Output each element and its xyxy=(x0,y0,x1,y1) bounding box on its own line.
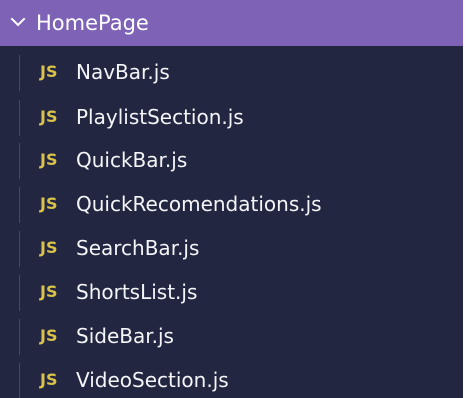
file-item-sidebar[interactable]: JS SideBar.js xyxy=(0,319,463,355)
file-item-quickbar[interactable]: JS QuickBar.js xyxy=(0,143,463,179)
file-item-shortslist[interactable]: JS ShortsList.js xyxy=(0,275,463,311)
chevron-down-icon[interactable] xyxy=(10,14,26,30)
file-name: VideoSection.js xyxy=(76,368,229,392)
javascript-file-icon: JS xyxy=(40,150,58,169)
javascript-file-icon: JS xyxy=(40,370,58,389)
javascript-file-icon: JS xyxy=(40,326,58,345)
file-name: ShortsList.js xyxy=(76,280,198,304)
file-name: SideBar.js xyxy=(76,324,174,348)
folder-label: HomePage xyxy=(36,11,149,35)
javascript-file-icon: JS xyxy=(40,62,58,81)
file-name: QuickBar.js xyxy=(76,148,188,172)
file-name: NavBar.js xyxy=(76,60,170,84)
file-item-navbar[interactable]: JS NavBar.js xyxy=(0,55,463,91)
file-item-searchbar[interactable]: JS SearchBar.js xyxy=(0,231,463,267)
file-name: SearchBar.js xyxy=(76,236,200,260)
file-name: QuickRecomendations.js xyxy=(76,192,322,216)
file-item-playlist-section[interactable]: JS PlaylistSection.js xyxy=(0,100,463,136)
folder-row-homepage[interactable]: HomePage xyxy=(0,0,463,46)
file-name: PlaylistSection.js xyxy=(76,105,244,129)
javascript-file-icon: JS xyxy=(40,238,58,257)
file-explorer: HomePage JS NavBar.js JS PlaylistSection… xyxy=(0,0,463,398)
javascript-file-icon: JS xyxy=(40,194,58,213)
javascript-file-icon: JS xyxy=(40,282,58,301)
javascript-file-icon: JS xyxy=(40,107,58,126)
file-item-video-section[interactable]: JS VideoSection.js xyxy=(0,363,463,398)
file-item-quick-recomendations[interactable]: JS QuickRecomendations.js xyxy=(0,187,463,223)
